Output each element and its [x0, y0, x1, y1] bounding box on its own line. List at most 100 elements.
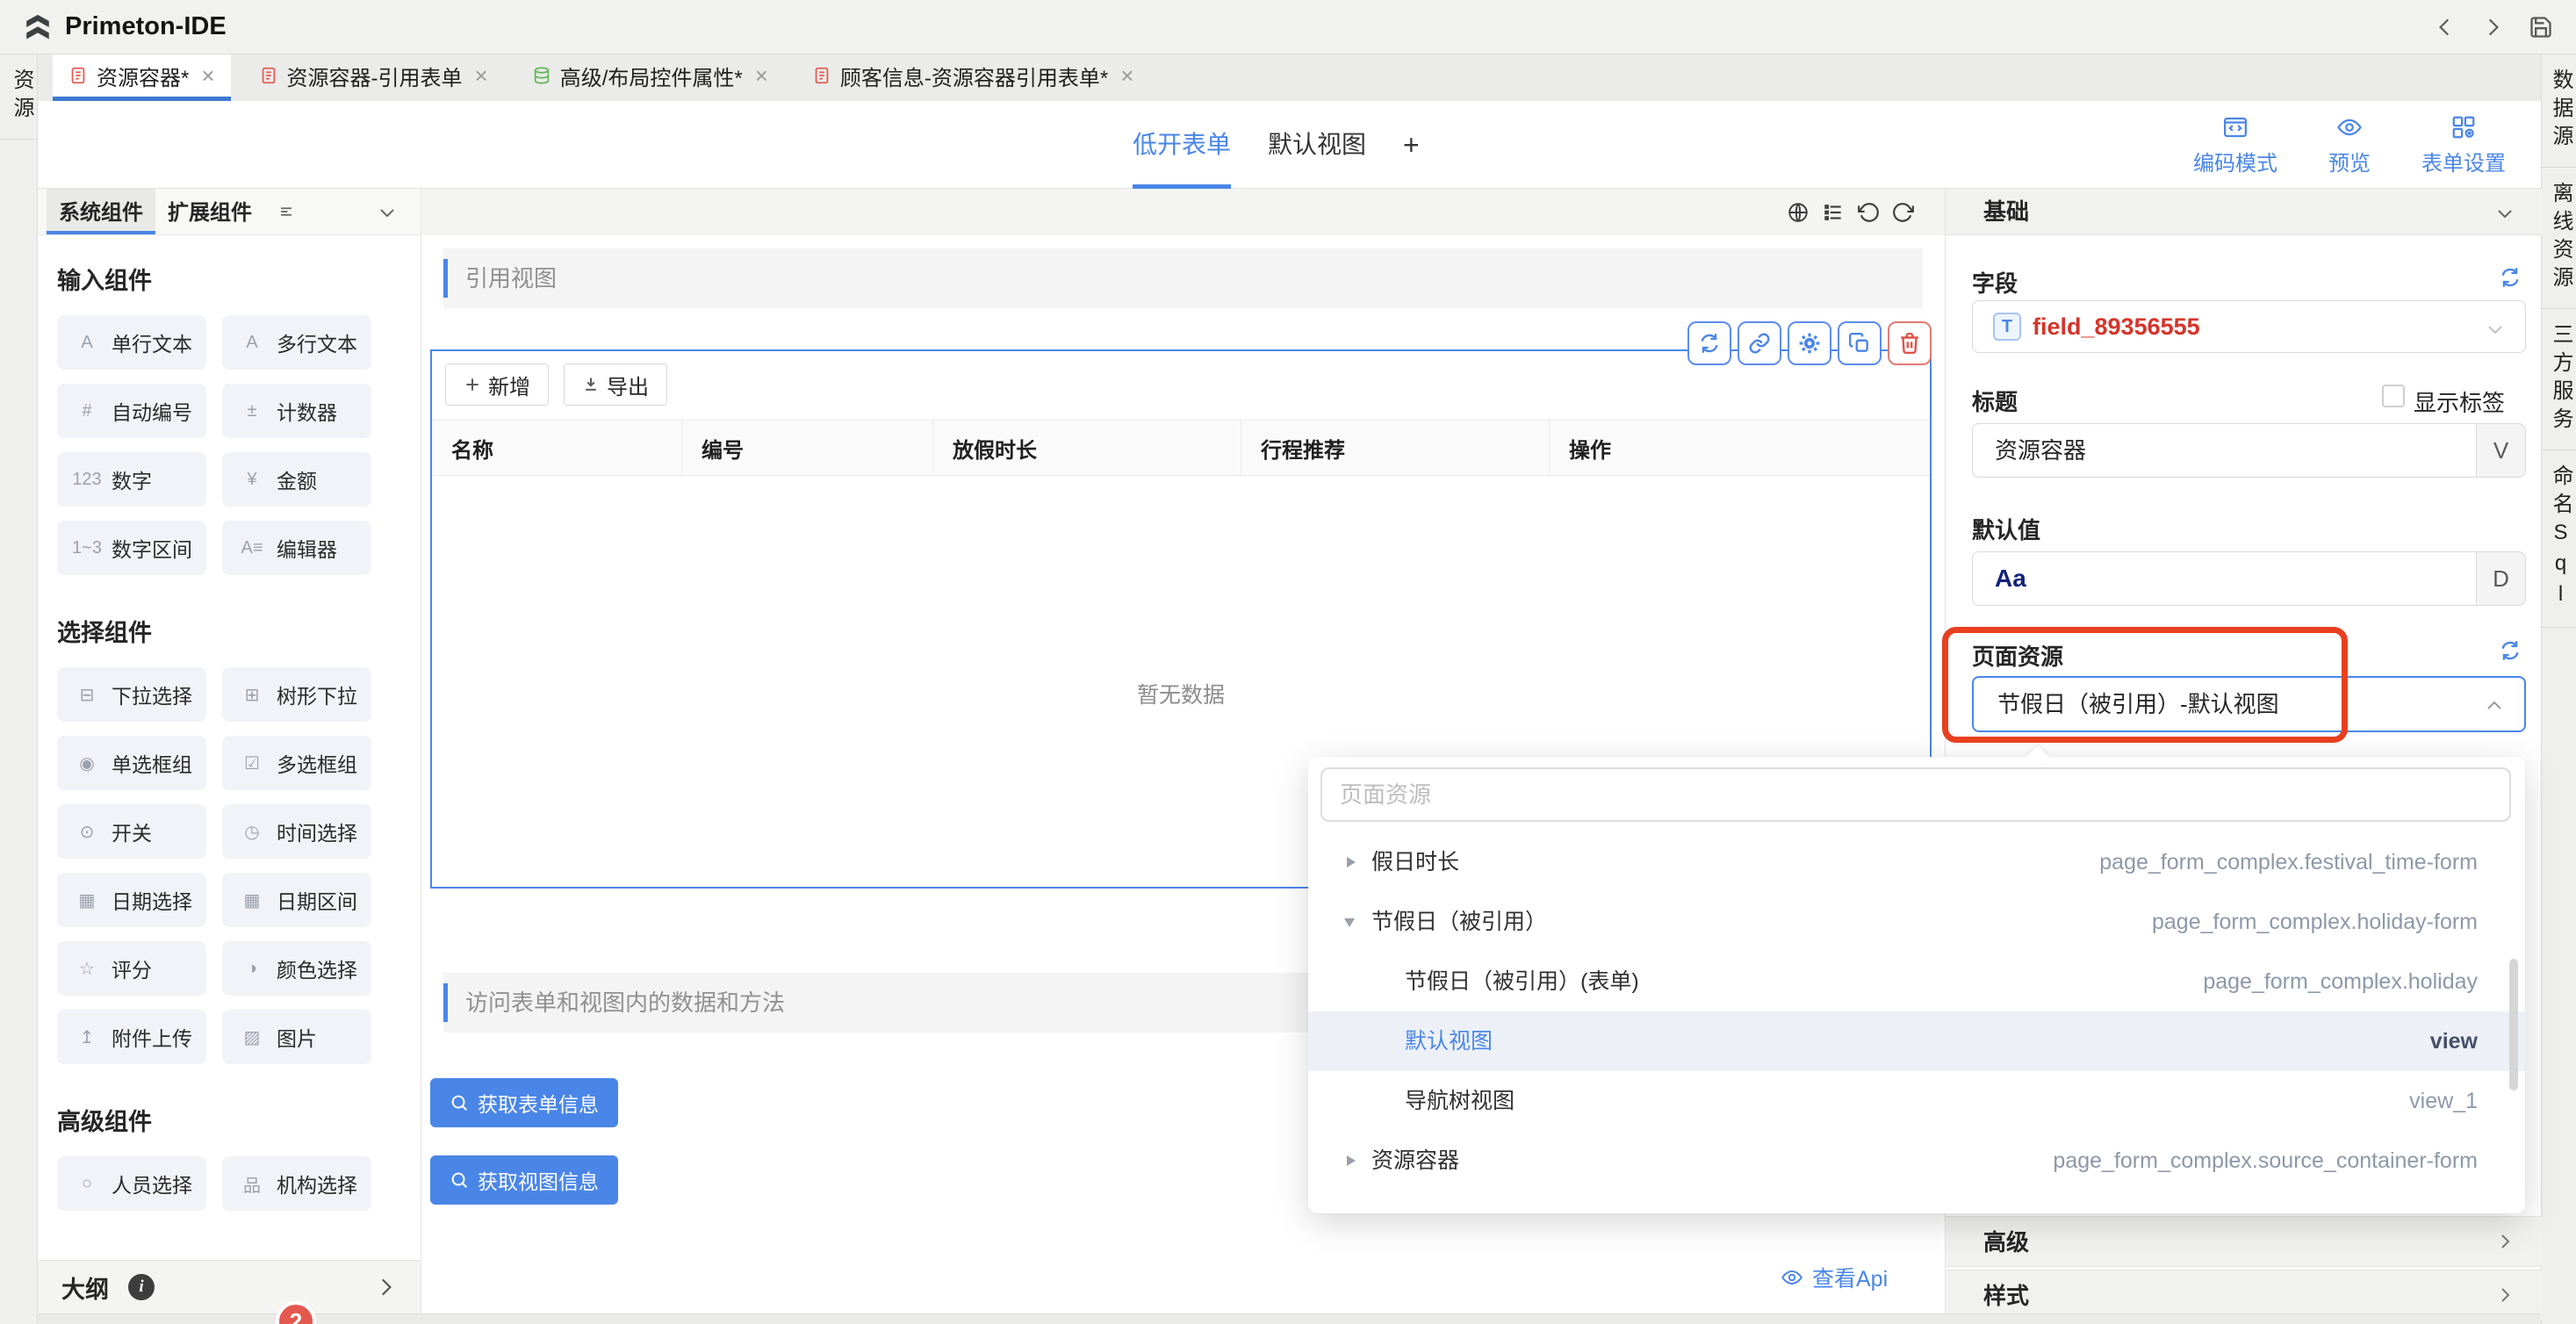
history-back-icon[interactable]	[2434, 16, 2457, 39]
column-header-number[interactable]: 编号	[682, 421, 933, 475]
file-tab-customer-info-ref-form[interactable]: 顾客信息-资源容器引用表单* ×	[796, 54, 1150, 101]
chevron-down-icon[interactable]	[2494, 203, 2515, 224]
column-header-holiday-duration[interactable]: 放假时长	[933, 421, 1241, 475]
rail-tab-named-sql[interactable]: 命名Sql	[2542, 464, 2576, 628]
field-select[interactable]: T field_89356555	[1972, 300, 2526, 353]
widget-copy-icon[interactable]	[1838, 321, 1882, 365]
tab-extended-components[interactable]: 扩展组件	[155, 189, 264, 234]
show-label-checkbox[interactable]	[2382, 385, 2405, 407]
add-view-button[interactable]: +	[1403, 101, 1420, 189]
export-button[interactable]: 导出	[564, 363, 667, 406]
page-resource-select[interactable]: 节假日（被引用）-默认视图	[1972, 676, 2526, 732]
palette-item-editor[interactable]: A≡编辑器	[222, 521, 371, 575]
column-header-trip-recommendation[interactable]: 行程推荐	[1241, 421, 1550, 475]
column-header-actions[interactable]: 操作	[1550, 421, 1930, 475]
preview-button[interactable]: 预览	[2328, 114, 2371, 176]
palette-item-date-range[interactable]: ▦日期区间	[222, 873, 371, 927]
palette-item-org-select[interactable]: 品机构选择	[222, 1156, 371, 1211]
title-label: 标题	[1972, 385, 2018, 417]
view-api-link[interactable]: 查看Api	[1781, 1262, 1888, 1293]
tab-system-components[interactable]: 系统组件	[47, 189, 155, 234]
rail-tab-third-party-services[interactable]: 三方服务	[2542, 323, 2576, 450]
rail-tab-resources[interactable]: 资源	[0, 68, 37, 140]
tree-item-holiday-form-child[interactable]: 节假日（被引用）(表单) page_form_complex.holiday	[1308, 952, 2525, 1011]
section-accent-bar	[443, 259, 448, 298]
palette-item-rating[interactable]: ☆评分	[57, 941, 206, 996]
add-row-button[interactable]: 新增	[445, 363, 549, 406]
view-tab-default-view[interactable]: 默认视图	[1268, 101, 1366, 189]
history-forward-icon[interactable]	[2481, 16, 2504, 39]
palette-item-single-line-text[interactable]: A单行文本	[57, 315, 206, 370]
collapse-palette-icon[interactable]	[377, 202, 398, 223]
caret-right-icon[interactable]	[1347, 857, 1356, 867]
palette-item-tree-dropdown[interactable]: ⊞树形下拉	[222, 667, 371, 722]
caret-down-icon[interactable]	[1344, 918, 1355, 927]
refresh-icon[interactable]	[2499, 266, 2522, 289]
widget-link-icon[interactable]	[1738, 321, 1781, 365]
close-icon[interactable]: ×	[755, 62, 768, 90]
tree-item-source-container[interactable]: 资源容器 page_form_complex.source_container-…	[1308, 1131, 2525, 1191]
inspector-title: 基础	[1983, 189, 2029, 235]
inspector-header[interactable]: 基础	[1946, 189, 2542, 235]
tree-item-nav-tree-view[interactable]: 导航树视图 view_1	[1308, 1071, 2525, 1131]
default-value-input[interactable]: Aa D	[1972, 551, 2526, 606]
palette-item-multi-line-text[interactable]: A多行文本	[222, 315, 371, 370]
palette-item-checkbox-group[interactable]: ☑多选框组	[222, 736, 371, 790]
number-123-icon: 123	[69, 470, 104, 490]
caret-right-icon[interactable]	[1347, 1155, 1356, 1166]
chevron-right-icon[interactable]	[374, 1276, 397, 1299]
widget-delete-icon[interactable]	[1888, 321, 1932, 365]
tree-item-default-view[interactable]: 默认视图 view	[1308, 1011, 2525, 1071]
rail-tab-offline-resources[interactable]: 离线资源	[2542, 182, 2576, 309]
palette-item-number-range[interactable]: 1~3数字区间	[57, 521, 206, 575]
palette-item-dropdown-select[interactable]: ⊟下拉选择	[57, 667, 206, 722]
tree-item-festival-time[interactable]: 假日时长 page_form_complex.festival_time-for…	[1308, 832, 2525, 892]
close-icon[interactable]: ×	[1120, 62, 1133, 90]
chevron-right-icon	[2494, 1284, 2515, 1306]
get-form-info-button[interactable]: 获取表单信息	[430, 1078, 618, 1127]
variable-binding-toggle[interactable]: V	[2476, 424, 2525, 477]
palette-item-switch[interactable]: ⊙开关	[57, 804, 206, 859]
file-tab-resource-container[interactable]: 资源容器* ×	[53, 54, 231, 101]
palette-item-number[interactable]: 123数字	[57, 452, 206, 507]
resource-search-input[interactable]	[1320, 767, 2511, 822]
save-icon[interactable]	[2529, 15, 2553, 40]
title-input[interactable]: 资源容器 V	[1972, 423, 2526, 478]
refresh-icon[interactable]	[2499, 639, 2522, 662]
palette-item-image[interactable]: ▨图片	[222, 1010, 371, 1064]
close-icon[interactable]: ×	[475, 62, 488, 90]
resource-code: page_form_complex.holiday-form	[2152, 892, 2478, 952]
palette-item-person-select[interactable]: ○人员选择	[57, 1156, 206, 1211]
widget-settings-gear-icon[interactable]	[1788, 321, 1831, 365]
component-list-icon[interactable]	[278, 204, 294, 219]
scrollbar-thumb[interactable]	[2509, 959, 2518, 1090]
outline-tree-icon[interactable]	[1822, 201, 1845, 224]
code-mode-button[interactable]: 编码模式	[2193, 114, 2277, 176]
undo-icon[interactable]	[1857, 201, 1880, 224]
form-settings-button[interactable]: 表单设置	[2421, 114, 2506, 176]
get-view-info-button[interactable]: 获取视图信息	[430, 1155, 618, 1205]
palette-item-radio-group[interactable]: ◉单选框组	[57, 736, 206, 790]
advanced-section-row[interactable]: 高级	[1946, 1216, 2542, 1267]
palette-item-color-picker[interactable]: ◑颜色选择	[222, 941, 371, 996]
rail-tab-datasource[interactable]: 数据源	[2542, 68, 2576, 168]
palette-item-date-picker[interactable]: ▦日期选择	[57, 873, 206, 927]
view-tab-lowcode-form[interactable]: 低开表单	[1133, 101, 1231, 189]
redo-icon[interactable]	[1892, 201, 1915, 224]
palette-item-time-picker[interactable]: ◷时间选择	[222, 804, 371, 859]
close-icon[interactable]: ×	[201, 62, 214, 90]
resource-search[interactable]	[1320, 767, 2511, 822]
outline-bar[interactable]: 大纲 i	[38, 1260, 421, 1313]
widget-refresh-icon[interactable]	[1687, 321, 1731, 365]
palette-scroll[interactable]: 输入组件 A单行文本 A多行文本 #自动编号 ±计数器 123数字 ¥金额 1~…	[38, 235, 421, 1260]
data-binding-toggle[interactable]: D	[2476, 552, 2525, 605]
palette-item-amount[interactable]: ¥金额	[222, 452, 371, 507]
palette-item-counter[interactable]: ±计数器	[222, 384, 371, 438]
file-tab-advanced-layout-props[interactable]: 高级/布局控件属性* ×	[516, 54, 784, 101]
file-tab-resource-container-ref-form[interactable]: 资源容器-引用表单 ×	[243, 54, 504, 101]
tree-item-holiday-form[interactable]: 节假日（被引用） page_form_complex.holiday-form	[1308, 892, 2525, 952]
column-header-name[interactable]: 名称	[432, 421, 682, 475]
palette-item-attachment-upload[interactable]: ↥附件上传	[57, 1010, 206, 1064]
i18n-globe-icon[interactable]	[1787, 201, 1810, 224]
palette-item-auto-number[interactable]: #自动编号	[57, 384, 206, 438]
